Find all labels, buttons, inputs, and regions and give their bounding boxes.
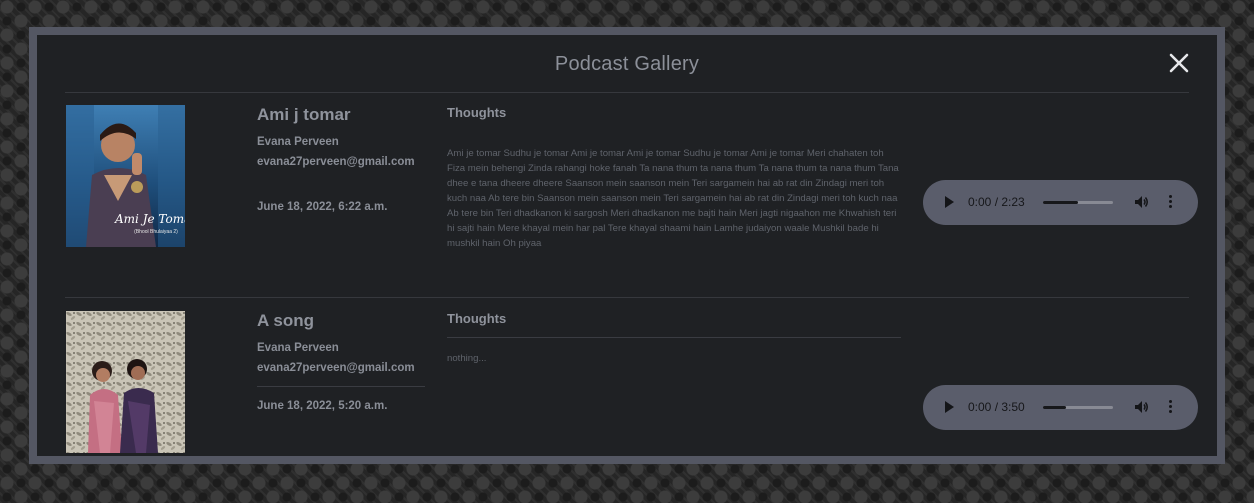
audio-progress-fill [1043, 406, 1067, 409]
volume-icon[interactable] [1134, 400, 1150, 414]
podcast-email: evana27perveen@gmail.com [257, 156, 415, 168]
thoughts-label: Thoughts [447, 105, 507, 120]
podcast-thoughts: Thoughts nothing... [447, 311, 901, 366]
podcast-author: Evana Perveen [257, 136, 339, 148]
more-options-icon[interactable] [1169, 195, 1173, 209]
podcast-date: June 18, 2022, 5:20 a.m. [257, 400, 388, 412]
podcast-cover-image [66, 311, 185, 453]
meta-divider [257, 180, 425, 181]
podcast-author: Evana Perveen [257, 342, 339, 354]
modal-header: Podcast Gallery [65, 35, 1189, 93]
podcast-meta: A song Evana Perveen evana27perveen@gmai… [257, 311, 425, 412]
volume-icon[interactable] [1134, 195, 1150, 209]
podcast-thoughts: Thoughts Ami je tomar Sudhu je tomar Ami… [447, 105, 901, 251]
audio-player: 0:00 / 2:23 [923, 180, 1198, 225]
close-button[interactable] [1166, 50, 1192, 76]
podcast-cover-image: Ami Je Tomar (Bhool Bhulaiyaa 2) [66, 105, 185, 247]
podcast-title: Ami j tomar [257, 105, 351, 124]
podcast-title: A song [257, 311, 314, 330]
podcast-email: evana27perveen@gmail.com [257, 362, 415, 374]
audio-time: 0:00 / 2:23 [968, 195, 1025, 209]
cover-subtitle-text: (Bhool Bhulaiyaa 2) [134, 229, 178, 235]
close-icon [1169, 53, 1189, 73]
podcast-date: June 18, 2022, 6:22 a.m. [257, 201, 388, 213]
thoughts-label: Thoughts [447, 311, 507, 326]
audio-progress-fill [1043, 201, 1078, 204]
podcast-entry: Ami Je Tomar (Bhool Bhulaiyaa 2) Ami j t… [65, 92, 1198, 298]
cover-title-text: Ami Je Tomar [114, 212, 185, 226]
podcast-gallery-modal: Podcast Gallery Ami Je Tom (Bhool Bhulai… [29, 27, 1225, 464]
audio-time: 0:00 / 3:50 [968, 400, 1025, 414]
play-icon[interactable] [945, 401, 954, 413]
thoughts-text: nothing... [447, 353, 487, 364]
audio-progress-slider[interactable] [1043, 406, 1113, 409]
thoughts-text: Ami je tomar Sudhu je tomar Ami je tomar… [447, 148, 899, 249]
more-options-icon[interactable] [1169, 400, 1173, 414]
play-icon[interactable] [945, 196, 954, 208]
thoughts-divider [447, 337, 901, 338]
modal-title: Podcast Gallery [554, 53, 700, 75]
thoughts-divider [447, 142, 901, 143]
audio-player: 0:00 / 3:50 [923, 385, 1198, 430]
podcast-entry: A song Evana Perveen evana27perveen@gmai… [65, 298, 1198, 503]
podcast-meta: Ami j tomar Evana Perveen evana27perveen… [257, 105, 425, 213]
audio-progress-slider[interactable] [1043, 201, 1113, 204]
meta-divider [257, 386, 425, 387]
